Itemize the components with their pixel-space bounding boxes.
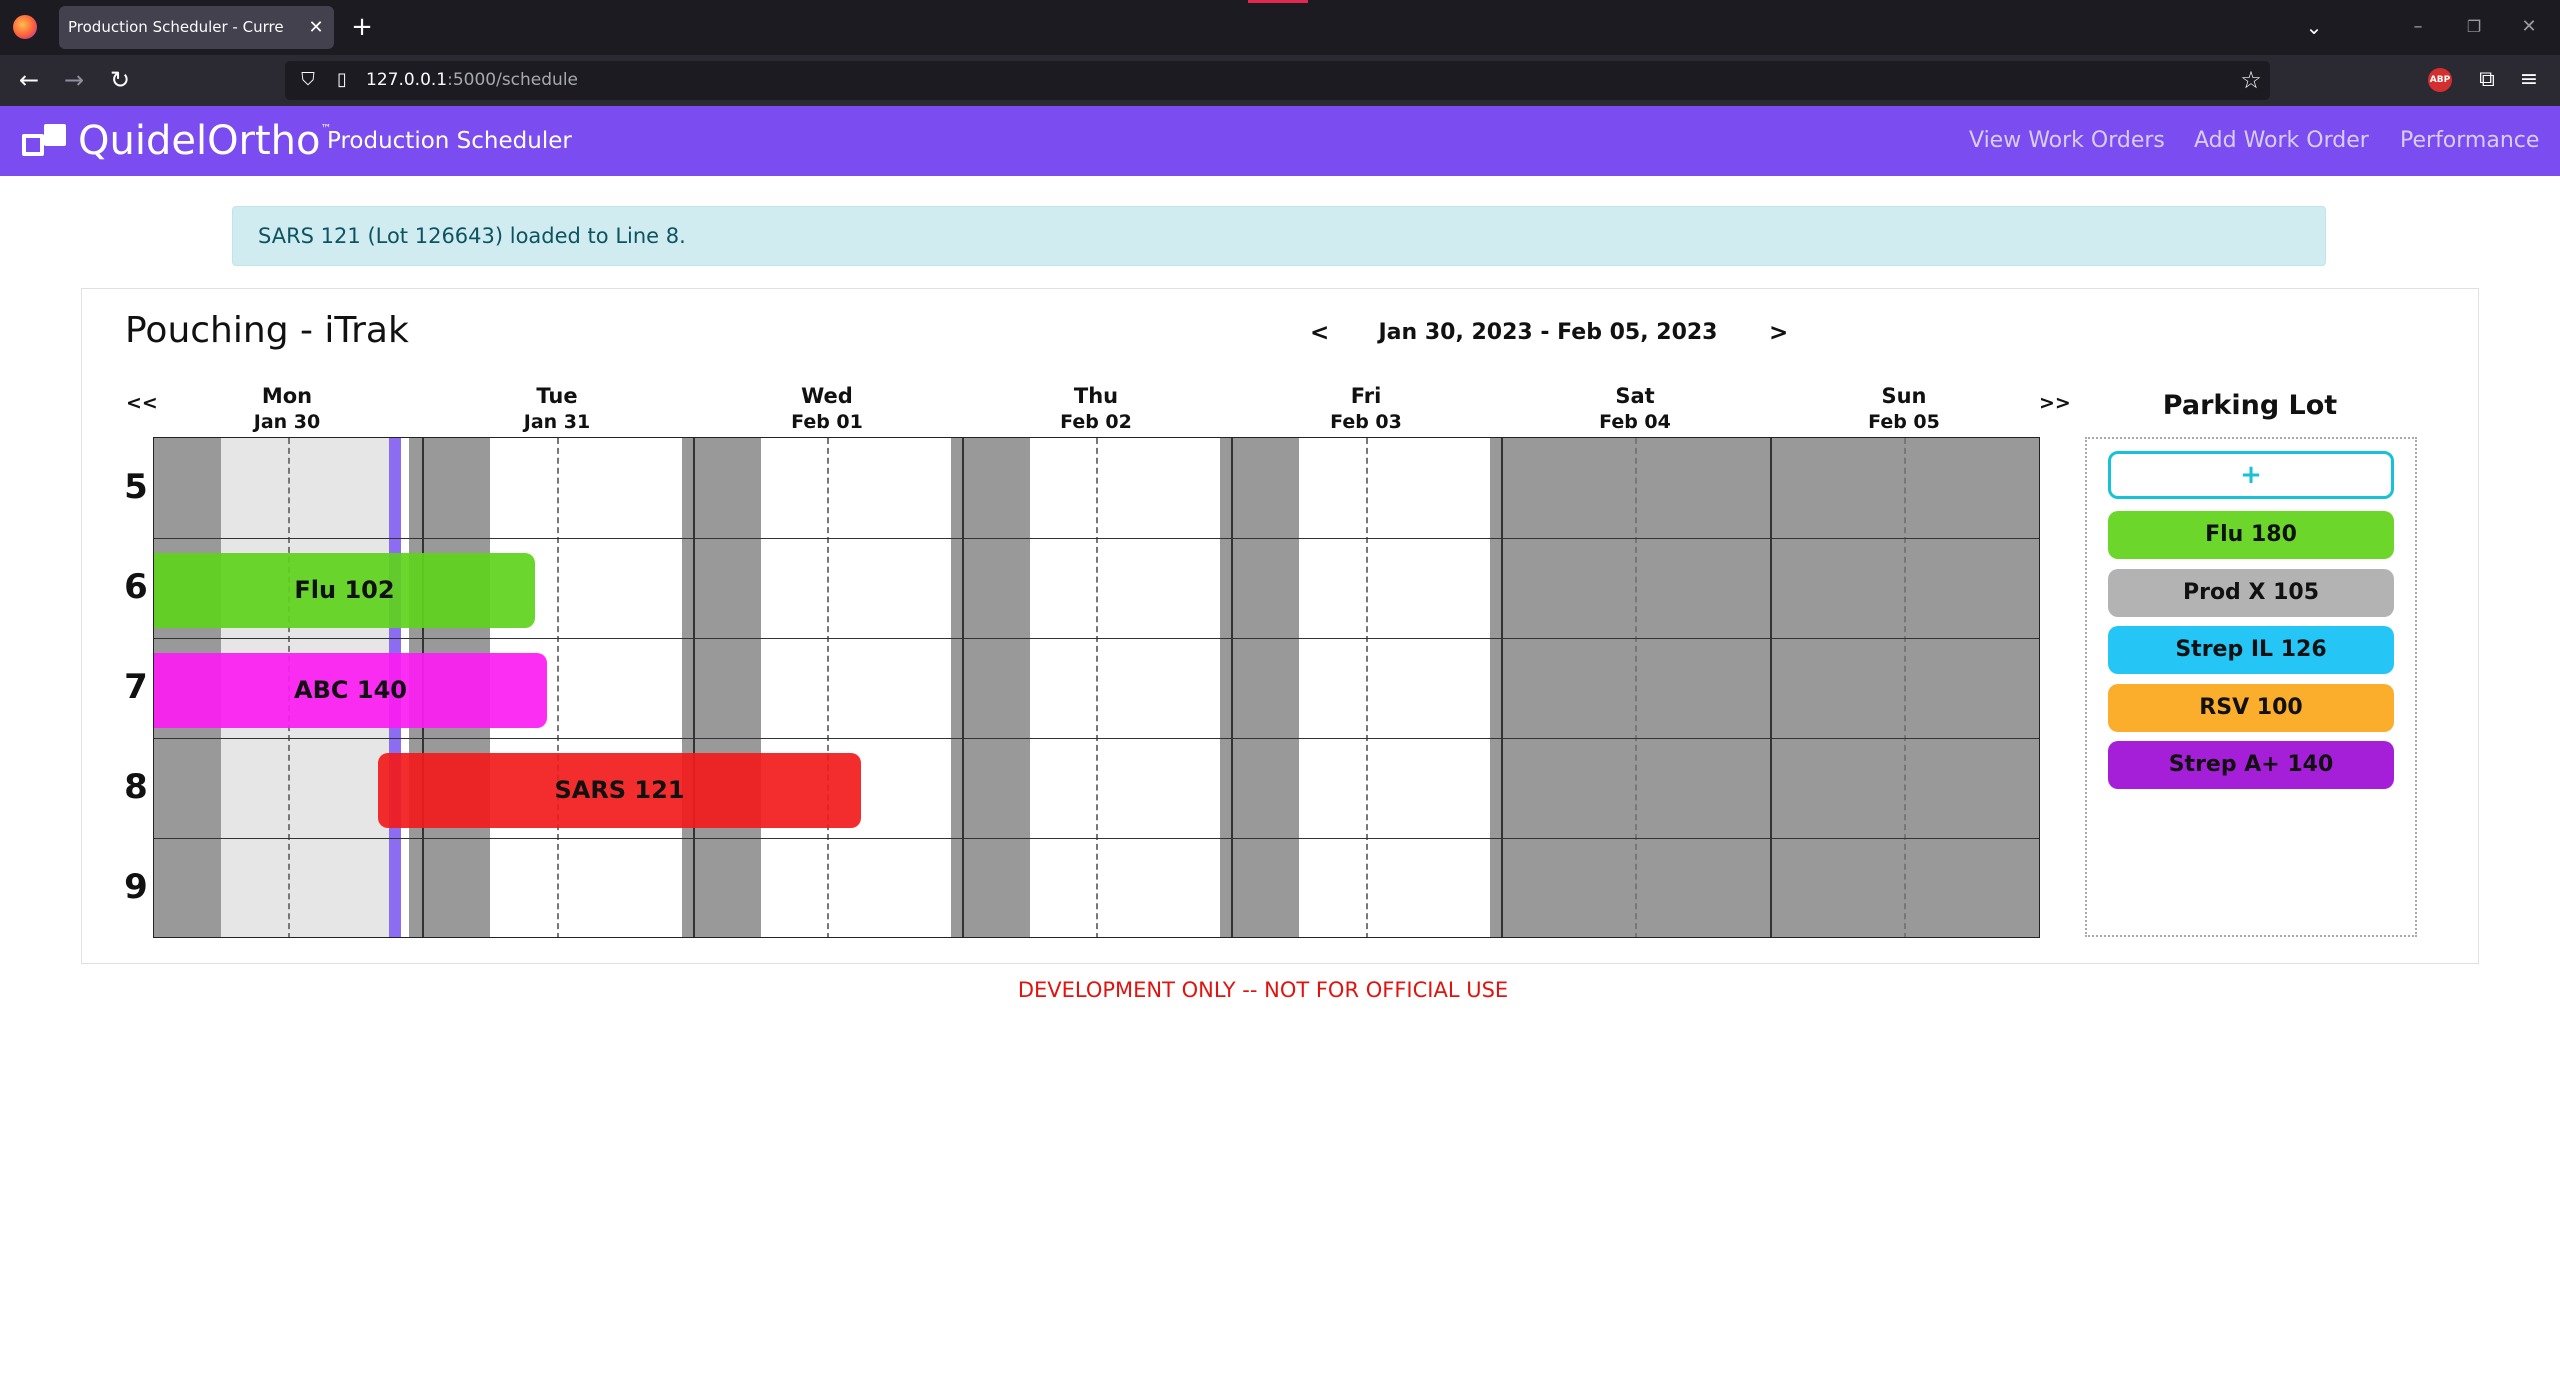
parking-item-flu-180[interactable]: Flu 180 — [2108, 511, 2394, 559]
midday-line — [827, 438, 829, 937]
parking-lot-title: Parking Lot — [2162, 390, 2338, 421]
nav-performance[interactable]: Performance — [2400, 106, 2539, 176]
page-icon: ▯ — [337, 69, 347, 90]
restore-icon[interactable]: ❐ — [2460, 12, 2488, 42]
day-divider — [962, 438, 964, 937]
midday-line — [557, 438, 559, 937]
row-divider — [154, 638, 2039, 639]
prev-week-button[interactable]: < — [1310, 320, 1329, 346]
forward-icon[interactable]: → — [59, 65, 89, 95]
midday-line — [1366, 438, 1368, 937]
row-divider — [154, 838, 2039, 839]
day-header-tue: Tue Jan 31 — [523, 384, 591, 433]
day-divider — [1501, 438, 1503, 937]
schedule-title: Pouching - iTrak — [125, 310, 409, 351]
url-bar[interactable] — [285, 61, 2270, 100]
row-divider — [154, 738, 2039, 739]
logo-icon — [22, 124, 66, 158]
adblock-icon[interactable]: ABP — [2428, 68, 2452, 92]
dev-notice: DEVELOPMENT ONLY -- NOT FOR OFFICIAL USE — [1017, 978, 1509, 1002]
alert-message: SARS 121 (Lot 126643) loaded to Line 8. — [258, 224, 686, 248]
menu-icon[interactable]: ≡ — [2514, 64, 2544, 96]
day-divider — [1231, 438, 1233, 937]
browser-tab-bar — [0, 0, 2560, 55]
next-week-button[interactable]: > — [1769, 320, 1788, 346]
day-header-wed: Wed Feb 01 — [791, 384, 863, 433]
reload-icon[interactable]: ↻ — [105, 65, 135, 95]
nav-add-work-order[interactable]: Add Work Order — [2194, 106, 2369, 176]
midday-line — [1635, 438, 1637, 937]
parking-item-prod-x-105[interactable]: Prod X 105 — [2108, 569, 2394, 617]
list-tabs-icon[interactable]: ⌄ — [2300, 12, 2328, 42]
work-order-sars-121[interactable]: SARS 121 — [378, 753, 861, 828]
parking-item-rsv-100[interactable]: RSV 100 — [2108, 684, 2394, 732]
day-header-sun: Sun Feb 05 — [1868, 384, 1940, 433]
day-header-sat: Sat Feb 04 — [1599, 384, 1671, 433]
row-divider — [154, 538, 2039, 539]
day-divider — [693, 438, 695, 937]
line-label-8: 8 — [124, 767, 148, 807]
new-tab-icon[interactable]: + — [348, 10, 376, 44]
brand-logo[interactable]: QuidelOrtho™ — [78, 106, 332, 176]
shield-icon[interactable]: ⛉ — [296, 66, 320, 94]
nav-view-work-orders[interactable]: View Work Orders — [1969, 106, 2165, 176]
firefox-icon — [13, 15, 37, 39]
parking-item-strep-il-126[interactable]: Strep IL 126 — [2108, 626, 2394, 674]
tab-indicator — [1248, 0, 1308, 3]
back-icon[interactable]: ← — [14, 65, 44, 95]
minimize-icon[interactable]: – — [2404, 12, 2432, 42]
off-shift-band — [1232, 438, 1299, 937]
work-order-abc-140[interactable]: ABC 140 — [154, 653, 547, 728]
extensions-icon[interactable]: ⧉ — [2472, 64, 2502, 96]
off-shift-band — [963, 438, 1030, 937]
jump-forward-button[interactable]: >> — [2039, 392, 2071, 414]
close-window-icon[interactable]: ✕ — [2515, 12, 2543, 42]
day-header-mon: Mon Jan 30 — [253, 384, 321, 433]
midday-line — [1904, 438, 1906, 937]
add-parking-item-button[interactable]: + — [2108, 451, 2394, 499]
work-order-flu-102[interactable]: Flu 102 — [154, 553, 535, 628]
line-label-7: 7 — [124, 667, 148, 707]
app-title[interactable]: Production Scheduler — [327, 106, 572, 176]
tab-title: Production Scheduler - Current Sche — [68, 18, 283, 36]
bookmark-star-icon[interactable]: ☆ — [2236, 64, 2266, 96]
close-tab-icon[interactable]: ✕ — [306, 6, 326, 49]
parking-item-strep-a-140[interactable]: Strep A+ 140 — [2108, 741, 2394, 789]
date-range: Jan 30, 2023 - Feb 05, 2023 — [1378, 320, 1718, 345]
schedule-grid[interactable]: Flu 102 ABC 140 SARS 121 — [153, 437, 2040, 938]
off-shift-band — [694, 438, 761, 937]
browser-tab[interactable]: Production Scheduler - Current Sche ✕ — [59, 6, 334, 49]
line-label-9: 9 — [124, 867, 148, 907]
line-label-5: 5 — [124, 467, 148, 507]
day-header-fri: Fri Feb 03 — [1330, 384, 1402, 433]
day-header-thu: Thu Feb 02 — [1060, 384, 1132, 433]
day-divider — [1770, 438, 1772, 937]
midday-line — [1096, 438, 1098, 937]
line-label-6: 6 — [124, 567, 148, 607]
url-text[interactable]: 127.0.0.1:5000/schedule — [366, 61, 578, 100]
